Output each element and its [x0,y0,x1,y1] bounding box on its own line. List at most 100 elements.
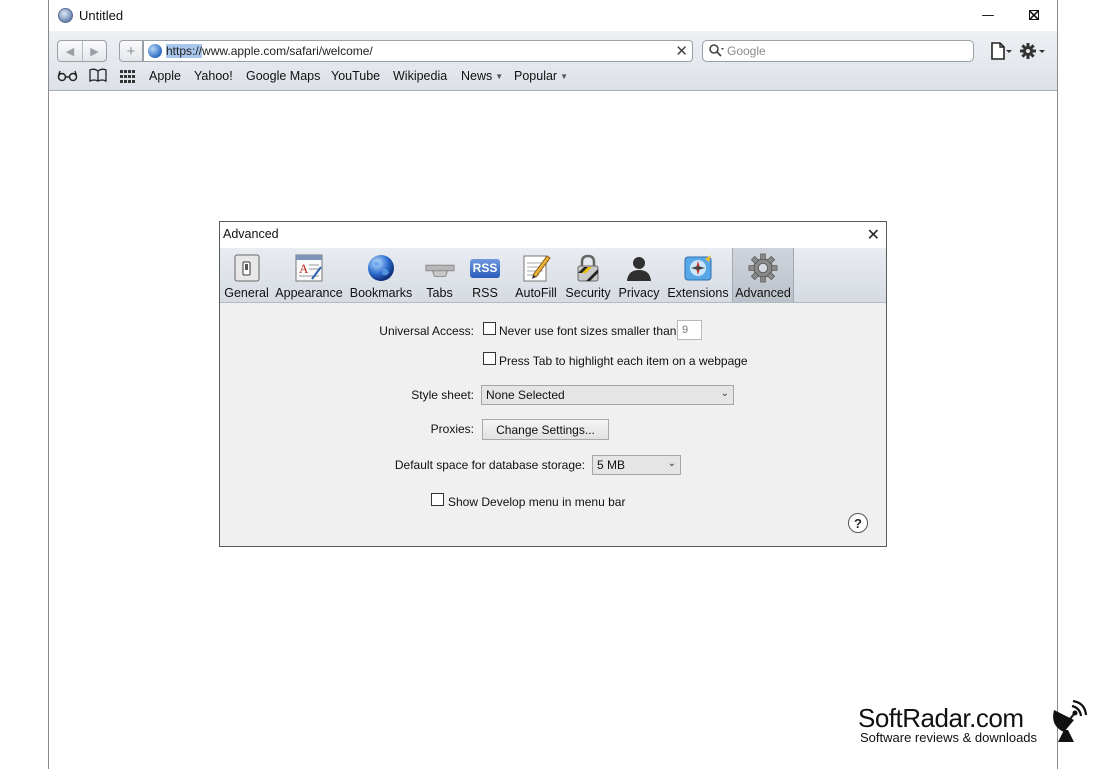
tabs-icon [424,253,455,283]
dialog-close-button[interactable]: ✕ [867,225,880,244]
url-scheme: https:// [166,44,203,58]
back-forward-group: ◀ ▶ [57,40,107,62]
tab-security[interactable]: Security [565,248,611,302]
window-title: Untitled [79,8,124,23]
settings-menu-button[interactable] [1019,40,1047,62]
tab-label: Security [565,286,611,300]
top-sites-grid-icon[interactable] [120,70,135,87]
address-bar[interactable]: https://www.apple.com/safari/welcome/ ✕ [143,40,693,62]
chevron-down-icon: ▼ [560,72,569,81]
page-menu-icon [991,42,1012,60]
forward-button[interactable]: ▶ [82,41,106,61]
rss-icon: RSS [470,253,500,283]
globe-icon [366,253,396,283]
bookmarks-bar: Apple Yahoo! Google Maps YouTube Wikiped… [49,67,1057,87]
watermark-subtitle: Software reviews & downloads [860,730,1038,745]
db-storage-select[interactable]: 5 MB ⌄ [592,455,681,475]
tab-privacy[interactable]: Privacy [618,248,660,302]
browser-toolbar: ◀ ▶ + https://www.apple.com/safari/welco… [49,31,1057,91]
search-field[interactable] [702,40,974,62]
back-button[interactable]: ◀ [58,41,82,61]
tab-autofill[interactable]: AutoFill [513,248,559,302]
tab-label: RSS [472,286,498,300]
page-menu-button[interactable] [989,40,1013,62]
reading-glasses-icon[interactable] [57,68,79,86]
tab-appearance[interactable]: A Appearance [275,248,343,302]
develop-menu-checkbox[interactable] [431,493,444,506]
chevron-down-icon: ▼ [495,72,504,81]
help-button[interactable]: ? [848,513,868,533]
switch-icon [232,253,262,283]
bookmark-folder-news[interactable]: News ▼ [461,69,503,83]
tab-label: Bookmarks [349,286,413,300]
dialog-title: Advanced [223,227,279,241]
tab-bookmarks[interactable]: Bookmarks [349,248,413,302]
search-input[interactable] [727,42,967,60]
db-storage-value: 5 MB [597,458,626,472]
style-sheet-value: None Selected [486,388,565,402]
softradar-watermark: SoftRadar.com Software reviews & downloa… [858,700,1093,749]
tab-highlight-checkbox[interactable] [483,352,496,365]
develop-menu-label: Show Develop menu in menu bar [448,495,626,509]
safari-app-icon [58,8,73,23]
bookmark-item-yahoo[interactable]: Yahoo! [194,69,233,83]
bookmark-folder-label: News [461,69,493,83]
close-window-button[interactable]: ✕ [1011,3,1057,27]
tab-extensions[interactable]: Extensions [667,248,729,302]
tab-general[interactable]: General [224,248,269,302]
window-titlebar: Untitled — [49,0,1057,31]
style-sheet-select[interactable]: None Selected ⌄ [481,385,734,405]
min-font-size-input[interactable]: 9 [677,320,702,340]
gear-menu-icon [1020,43,1045,59]
tab-rss[interactable]: RSS RSS [468,248,502,302]
lock-icon [573,253,603,283]
tab-label: Tabs [426,286,453,300]
person-icon [624,253,654,283]
url-text[interactable]: https://www.apple.com/safari/welcome/ [166,44,373,58]
min-font-label: Never use font sizes smaller than [499,324,677,338]
minimize-button[interactable]: — [965,3,1011,27]
min-font-checkbox[interactable] [483,322,496,335]
bookmark-item-google-maps[interactable]: Google Maps [246,69,320,83]
preferences-toolbar: General A Appearance Bookmarks Tabs RSS [220,248,886,303]
preferences-dialog: Advanced ✕ General A Appearance Bookmark… [219,221,887,547]
open-book-icon[interactable] [89,68,107,86]
style-sheet-label: Style sheet: [411,388,474,402]
pencil-icon [521,253,551,283]
tab-label: AutoFill [515,286,557,300]
tab-label: Appearance [275,286,343,300]
gear-icon [748,253,778,283]
font-icon: A [294,253,324,283]
satellite-dish-icon [1053,700,1088,742]
close-icon: ✕ [1027,5,1041,25]
bookmark-folder-popular[interactable]: Popular ▼ [514,69,568,83]
bookmark-item-apple[interactable]: Apple [149,69,181,83]
bookmark-folder-label: Popular [514,69,558,83]
rss-badge: RSS [470,258,500,278]
tab-label: Extensions [667,286,729,300]
change-proxy-settings-button[interactable]: Change Settings... [482,419,609,440]
chevron-down-icon: ⌄ [720,388,729,399]
bookmark-item-youtube[interactable]: YouTube [331,69,380,83]
svg-text:A: A [299,261,309,276]
url-clear-icon[interactable]: ✕ [675,42,688,60]
dialog-titlebar: Advanced ✕ [220,222,886,248]
tab-advanced[interactable]: Advanced [732,248,794,302]
proxies-label: Proxies: [430,422,474,436]
tab-label: General [224,286,269,300]
forward-arrow-icon: ▶ [90,44,99,58]
tab-highlight-label: Press Tab to highlight each item on a we… [499,354,748,368]
tab-label: Privacy [618,286,660,300]
universal-access-label: Universal Access: [379,324,474,338]
plus-icon: + [126,42,136,60]
close-icon: ✕ [866,225,880,244]
url-path: www.apple.com/safari/welcome/ [202,44,373,58]
tab-tabs[interactable]: Tabs [421,248,458,302]
search-icon [708,43,724,62]
puzzle-icon [683,253,713,283]
db-storage-label: Default space for database storage: [394,458,585,472]
minimize-icon: — [981,7,995,23]
add-bookmark-button[interactable]: + [119,40,143,62]
bookmark-item-wikipedia[interactable]: Wikipedia [393,69,447,83]
tab-label: Advanced [735,286,791,300]
